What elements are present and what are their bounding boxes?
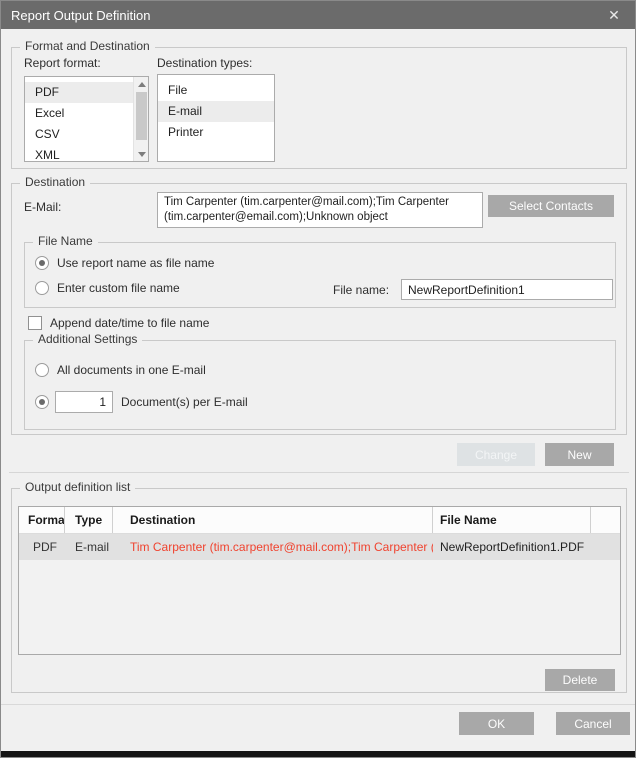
column-header-spacer bbox=[591, 507, 620, 533]
append-datetime-checkbox[interactable] bbox=[28, 316, 42, 330]
destination-group: Destination E-Mail: Tim Carpenter (tim.c… bbox=[11, 183, 627, 435]
report-format-option-csv[interactable]: CSV bbox=[25, 124, 133, 145]
documents-per-email-label[interactable]: Document(s) per E-mail bbox=[121, 395, 248, 409]
report-format-option-xml[interactable]: XML bbox=[25, 145, 133, 162]
enter-custom-name-label[interactable]: Enter custom file name bbox=[57, 281, 180, 295]
file-name-group: File Name Use report name as file name E… bbox=[24, 242, 616, 308]
use-report-name-radio[interactable] bbox=[35, 256, 49, 270]
output-definition-list-group: Output definition list Format Type Desti… bbox=[11, 488, 627, 693]
select-contacts-button[interactable]: Select Contacts bbox=[488, 195, 614, 217]
additional-settings-group: Additional Settings All documents in one… bbox=[24, 340, 616, 430]
email-recipients-field[interactable]: Tim Carpenter (tim.carpenter@mail.com);T… bbox=[157, 192, 483, 228]
append-datetime-label[interactable]: Append date/time to file name bbox=[50, 316, 209, 330]
column-header-format[interactable]: Format bbox=[19, 507, 65, 533]
use-report-name-label[interactable]: Use report name as file name bbox=[57, 256, 214, 270]
report-format-option-pdf[interactable]: PDF bbox=[25, 82, 133, 103]
documents-per-email-input[interactable] bbox=[55, 391, 113, 413]
report-output-definition-dialog: Report Output Definition ✕ Format and De… bbox=[0, 0, 636, 758]
ok-button[interactable]: OK bbox=[459, 712, 534, 735]
output-definition-list-group-label: Output definition list bbox=[20, 480, 135, 494]
row-type-cell[interactable]: E-mail bbox=[65, 534, 113, 560]
destination-types-listbox[interactable]: File E-mail Printer bbox=[157, 74, 275, 162]
format-and-destination-group: Format and Destination Report format: PD… bbox=[11, 47, 627, 169]
destination-type-option-email[interactable]: E-mail bbox=[158, 101, 274, 122]
report-format-label: Report format: bbox=[24, 56, 101, 70]
destination-group-label: Destination bbox=[20, 175, 90, 189]
format-and-destination-group-label: Format and Destination bbox=[20, 39, 155, 53]
report-format-scrollbar[interactable] bbox=[133, 77, 148, 161]
all-documents-radio[interactable] bbox=[35, 363, 49, 377]
report-format-listbox[interactable]: PDF Excel CSV XML bbox=[24, 76, 149, 162]
new-button[interactable]: New bbox=[545, 443, 614, 466]
file-name-input[interactable] bbox=[401, 279, 613, 300]
table-row[interactable]: PDF E-mail Tim Carpenter (tim.carpenter@… bbox=[19, 534, 620, 560]
file-name-label: File name: bbox=[333, 283, 389, 297]
destination-type-option-printer[interactable]: Printer bbox=[158, 122, 274, 143]
delete-button[interactable]: Delete bbox=[545, 669, 615, 691]
table-header-row: Format Type Destination File Name bbox=[19, 507, 620, 534]
additional-settings-group-label: Additional Settings bbox=[33, 332, 142, 346]
file-name-group-label: File Name bbox=[33, 234, 98, 248]
row-destination-cell[interactable]: Tim Carpenter (tim.carpenter@mail.com);T… bbox=[113, 534, 433, 560]
scroll-up-icon[interactable] bbox=[134, 77, 149, 91]
documents-per-email-radio[interactable] bbox=[35, 395, 49, 409]
close-icon[interactable]: ✕ bbox=[603, 7, 625, 24]
all-documents-label[interactable]: All documents in one E-mail bbox=[57, 363, 206, 377]
change-button: Change bbox=[457, 443, 535, 466]
destination-type-option-file[interactable]: File bbox=[158, 80, 274, 101]
enter-custom-name-radio[interactable] bbox=[35, 281, 49, 295]
scrollbar-thumb[interactable] bbox=[136, 92, 147, 140]
section-divider bbox=[9, 472, 629, 473]
row-format-cell[interactable]: PDF bbox=[19, 534, 65, 560]
destination-types-label: Destination types: bbox=[157, 56, 252, 70]
window-bottom-edge bbox=[1, 751, 635, 757]
column-header-file-name[interactable]: File Name bbox=[433, 507, 591, 533]
output-definition-table: Format Type Destination File Name PDF E-… bbox=[18, 506, 621, 655]
column-header-destination[interactable]: Destination bbox=[113, 507, 433, 533]
scroll-down-icon[interactable] bbox=[134, 147, 149, 161]
report-format-option-excel[interactable]: Excel bbox=[25, 103, 133, 124]
email-label: E-Mail: bbox=[24, 200, 61, 214]
title-bar: Report Output Definition ✕ bbox=[1, 1, 635, 29]
dialog-title: Report Output Definition bbox=[11, 8, 150, 23]
cancel-button[interactable]: Cancel bbox=[556, 712, 630, 735]
column-header-type[interactable]: Type bbox=[65, 507, 113, 533]
row-file-name-cell[interactable]: NewReportDefinition1.PDF bbox=[433, 534, 591, 560]
footer-divider bbox=[1, 704, 636, 705]
